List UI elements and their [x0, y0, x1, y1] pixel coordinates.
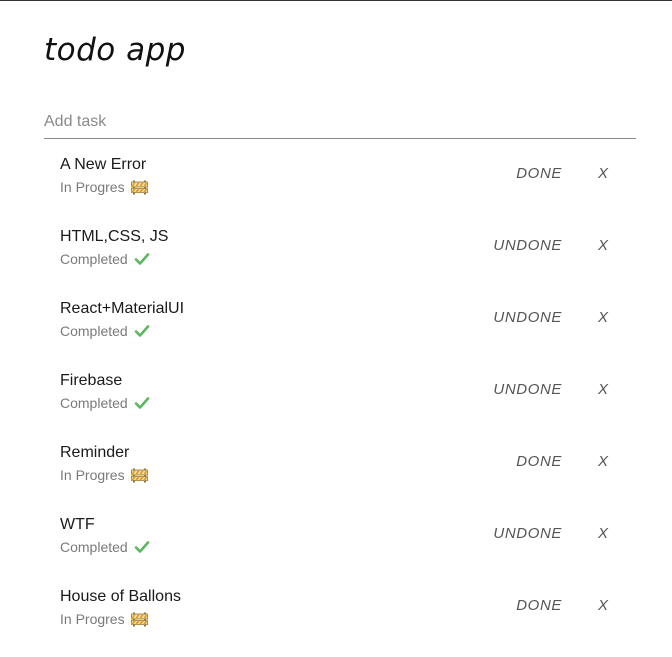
task-name: WTF	[60, 516, 95, 533]
task-item: React+MaterialUI Completed UNDONE X	[44, 288, 636, 360]
toggle-done-button[interactable]: UNDONE	[493, 236, 562, 256]
task-item: Reminder In Progres DONE X	[44, 432, 636, 504]
delete-task-button[interactable]: X	[598, 452, 608, 472]
task-item: Firebase Completed UNDONE X	[44, 360, 636, 432]
task-text: HTML,CSS, JS Completed	[60, 227, 168, 268]
task-name: React+MaterialUI	[60, 300, 185, 317]
check-mark-icon	[134, 540, 150, 554]
task-status: Completed	[60, 250, 168, 268]
toggle-done-button[interactable]: UNDONE	[493, 524, 562, 544]
task-status-label: In Progres	[60, 179, 125, 195]
task-status-label: Completed	[60, 539, 128, 555]
task-status: In Progres	[60, 610, 181, 628]
construction-barrier-icon	[130, 612, 148, 627]
add-task-input[interactable]	[44, 108, 636, 136]
task-status: Completed	[60, 538, 150, 556]
check-mark-icon	[134, 324, 150, 338]
construction-barrier-icon	[130, 468, 148, 483]
task-status-label: Completed	[60, 323, 128, 339]
construction-barrier-icon	[130, 180, 148, 195]
app-title: todo app	[44, 32, 186, 68]
task-item: A New Error In Progres DONE X	[44, 144, 636, 216]
check-mark-icon	[134, 252, 150, 266]
delete-task-button[interactable]: X	[598, 524, 608, 544]
task-text: WTF Completed	[60, 515, 150, 556]
task-name: A New Error	[60, 156, 147, 173]
task-name: Reminder	[60, 444, 130, 461]
task-name: House of Ballons	[60, 588, 181, 605]
window-top-border	[0, 0, 672, 1]
task-item: HTML,CSS, JS Completed UNDONE X	[44, 216, 636, 288]
check-mark-icon	[134, 396, 150, 410]
task-text: Firebase Completed	[60, 371, 150, 412]
add-task-field[interactable]	[44, 108, 636, 139]
task-status-label: Completed	[60, 395, 128, 411]
task-text: House of Ballons In Progres	[60, 587, 181, 628]
task-item: House of Ballons In Progres DONE X	[44, 576, 636, 648]
task-status-label: In Progres	[60, 467, 125, 483]
task-text: Reminder In Progres	[60, 443, 148, 484]
delete-task-button[interactable]: X	[598, 236, 608, 256]
task-item: WTF Completed UNDONE X	[44, 504, 636, 576]
task-list: A New Error In Progres DONE X HTML,CSS, …	[44, 144, 636, 648]
task-text: React+MaterialUI Completed	[60, 299, 184, 340]
task-status: Completed	[60, 322, 184, 340]
task-name: Firebase	[60, 372, 123, 389]
task-status: Completed	[60, 394, 150, 412]
task-status-label: Completed	[60, 251, 128, 267]
delete-task-button[interactable]: X	[598, 164, 608, 184]
task-status-label: In Progres	[60, 611, 125, 627]
task-status: In Progres	[60, 466, 148, 484]
delete-task-button[interactable]: X	[598, 596, 608, 616]
task-name: HTML,CSS, JS	[60, 228, 169, 245]
task-text: A New Error In Progres	[60, 155, 148, 196]
toggle-done-button[interactable]: DONE	[516, 452, 562, 472]
task-status: In Progres	[60, 178, 148, 196]
toggle-done-button[interactable]: UNDONE	[493, 380, 562, 400]
toggle-done-button[interactable]: DONE	[516, 164, 562, 184]
toggle-done-button[interactable]: UNDONE	[493, 308, 562, 328]
delete-task-button[interactable]: X	[598, 380, 608, 400]
toggle-done-button[interactable]: DONE	[516, 596, 562, 616]
delete-task-button[interactable]: X	[598, 308, 608, 328]
